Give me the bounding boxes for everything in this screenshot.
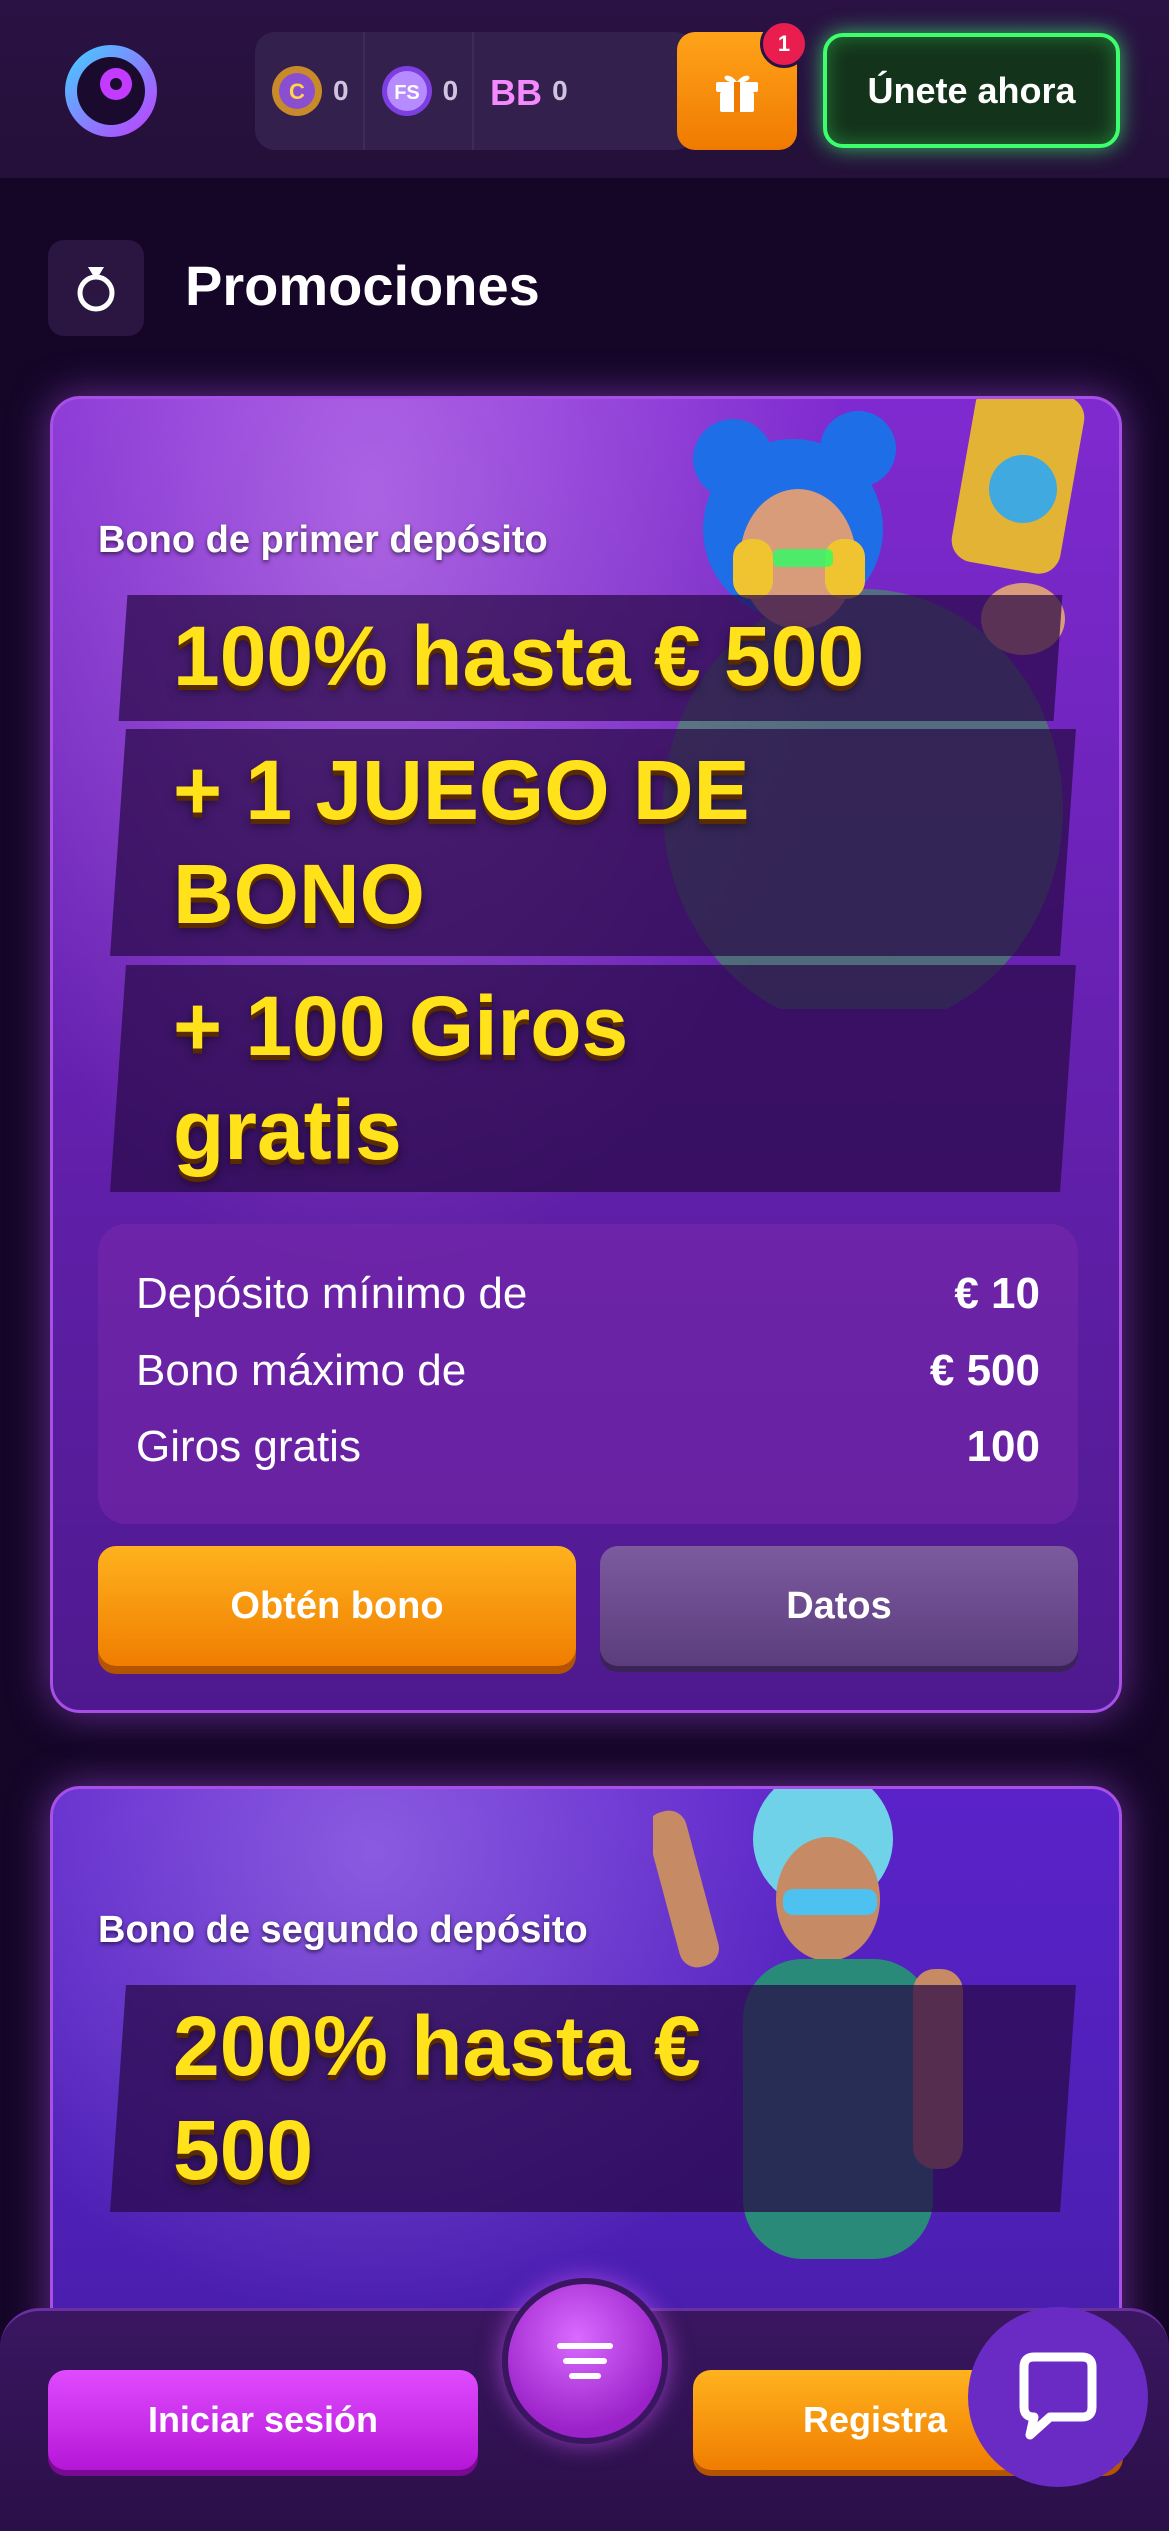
free-spins-balance[interactable]: FS 0	[362, 32, 473, 150]
wallet-balances: C 0 FS 0 BB 0	[255, 32, 695, 150]
detail-key: Bono máximo de	[136, 1346, 467, 1395]
notification-badge: 1	[760, 20, 808, 68]
headline-line: gratis	[173, 1083, 402, 1177]
top-header: C 0 FS 0 BB 0 1 Únete ahora	[0, 0, 1169, 178]
coin-balance[interactable]: C 0	[255, 32, 363, 150]
coin-count: 0	[333, 75, 349, 106]
login-button[interactable]: Iniciar sesión	[48, 2370, 478, 2470]
bonus-buy-balance[interactable]: BB 0	[472, 32, 582, 150]
headline-line: 200% hasta €	[173, 1999, 701, 2093]
bonus-buy-count: 0	[552, 75, 568, 106]
detail-row: Bono máximo de € 500	[136, 1341, 1040, 1401]
live-chat-button[interactable]	[968, 2307, 1148, 2487]
bonus-details: Depósito mínimo de € 10 Bono máximo de €…	[98, 1224, 1078, 1524]
promotions-icon	[48, 240, 144, 336]
svg-text:C: C	[289, 79, 305, 104]
bonus-buy-icon: BB	[490, 72, 542, 113]
promo-card-first-deposit: Bono de primer depósito 100% hasta € 500…	[50, 396, 1122, 1713]
promo-label: Bono de segundo depósito	[98, 1909, 588, 1951]
detail-row: Giros gratis 100	[136, 1417, 1040, 1477]
promo-label: Bono de primer depósito	[98, 519, 548, 561]
detail-key: Depósito mínimo de	[136, 1269, 528, 1318]
page-title: Promociones	[185, 254, 540, 317]
svg-text:BB: BB	[490, 72, 542, 113]
headline-line: 500	[173, 2103, 314, 2197]
free-spins-icon: FS	[381, 66, 432, 116]
get-bonus-button[interactable]: Obtén bono	[98, 1546, 576, 1666]
detail-row: Depósito mínimo de € 10	[136, 1264, 1040, 1324]
headline-line: 100% hasta € 500	[173, 609, 865, 703]
headline-line: + 1 JUEGO DE	[173, 743, 750, 837]
detail-value: 100	[966, 1422, 1040, 1471]
menu-icon	[557, 2343, 613, 2379]
coin-icon: C	[272, 66, 322, 116]
site-logo-icon[interactable]	[60, 40, 162, 142]
gift-icon	[716, 75, 758, 112]
detail-value: € 10	[954, 1269, 1040, 1318]
detail-value: € 500	[929, 1346, 1040, 1395]
details-button[interactable]: Datos	[600, 1546, 1078, 1666]
headline-line: BONO	[173, 847, 425, 941]
headline-line: + 100 Giros	[173, 979, 629, 1073]
menu-button[interactable]	[502, 2278, 668, 2444]
detail-key: Giros gratis	[136, 1422, 361, 1471]
join-now-button[interactable]: Únete ahora	[823, 33, 1120, 148]
free-spins-count: 0	[442, 75, 459, 106]
svg-text:FS: FS	[394, 82, 420, 104]
chat-bubble-icon	[1019, 2352, 1097, 2440]
